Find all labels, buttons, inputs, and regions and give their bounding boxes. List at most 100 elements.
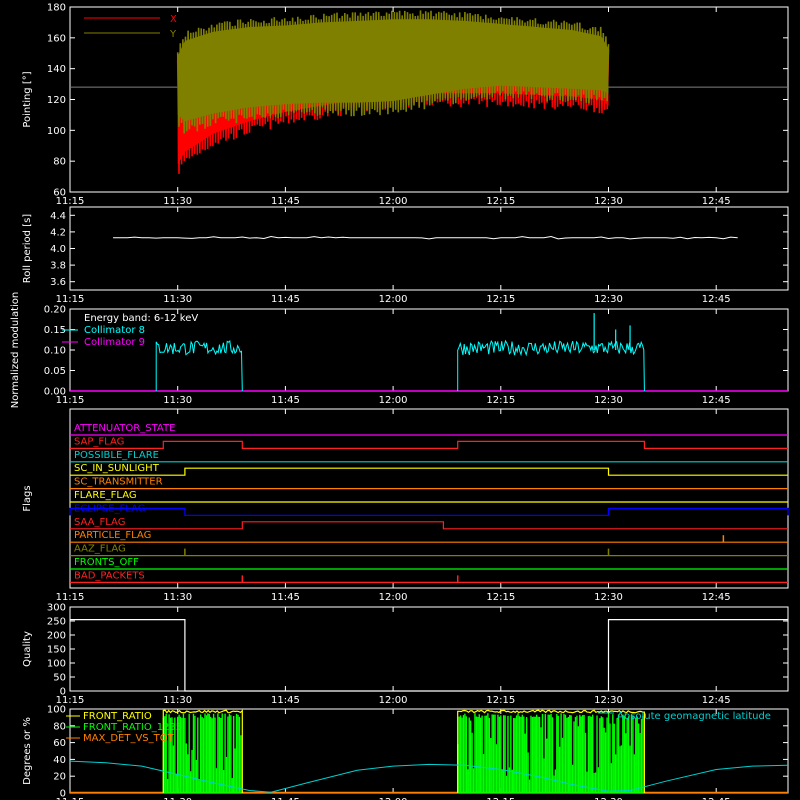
flag-possible-flare-label: POSSIBLE_FLARE: [74, 450, 159, 461]
quality-x-tick-label: 11:45: [271, 695, 300, 706]
modulation-y-tick-label: 0.10: [44, 346, 66, 357]
legend-label-collimator-9: Collimator 9: [84, 337, 145, 348]
ratios-y-tick-label: 40: [53, 755, 66, 766]
quality-y-axis-title: Quality: [22, 631, 33, 667]
roll-period-y-tick-label: 3.6: [50, 277, 66, 288]
flags-x-tick-label: 12:45: [702, 592, 731, 603]
flag-sap-flag-label: SAP_FLAG: [74, 436, 124, 447]
quality-y-tick-label: 50: [53, 673, 66, 684]
flag-sc-transmitter-label: SC_TRANSMITTER: [74, 477, 163, 488]
roll-period-y-tick-label: 4.2: [50, 227, 66, 238]
modulation-energy-band-label: Energy band: 6-12 keV: [84, 313, 198, 324]
quality-x-tick-label: 12:15: [486, 695, 515, 706]
flag-saa-flag-label: SAA_FLAG: [74, 517, 125, 528]
quality-series: [70, 619, 788, 692]
legend-label-max-det-vs-tot: MAX_DET_VS_TOT: [83, 733, 175, 744]
modulation-y-tick-label: 0.20: [44, 305, 66, 316]
modulation-y-axis-title: Normalized modulation: [10, 292, 21, 409]
flag-sc-in-sunlight-line: [70, 467, 788, 476]
roll-period-frame: [69, 206, 789, 291]
pointing-y-tick-label: 60: [53, 188, 66, 199]
legend-label-front-ratio: FRONT_RATIO: [83, 711, 152, 722]
roll-period-x-tick-label: 12:15: [486, 294, 515, 305]
legend-label-x: X: [170, 14, 177, 25]
flag-particle-flag-label: PARTICLE_FLAG: [74, 530, 151, 541]
roll-period-x-tick-label: 11:30: [163, 294, 192, 305]
roll-period-y-tick-label: 3.8: [50, 261, 66, 272]
pointing-x-tick-label: 12:00: [379, 196, 408, 207]
flag-sap-flag-line: [70, 440, 788, 449]
pointing-x-tick-label: 11:45: [271, 196, 300, 207]
pointing-y-tick-label: 180: [47, 3, 66, 14]
roll-period-x-tick-label: 12:45: [702, 294, 731, 305]
pointing-x-tick-label: 11:30: [163, 196, 192, 207]
figure: 11:15 11:30 11:45 12:00 12:15 12:30 12:45 60 80 1…: [10, 3, 789, 800]
flag-sc-in-sunlight-label: SC_IN_SUNLIGHT: [74, 463, 160, 474]
ratios-y-tick-label: 60: [53, 738, 66, 749]
ratios-y-axis-title: Degrees or %: [22, 717, 33, 785]
roll-period-y-axis-title: Roll period [s]: [22, 214, 33, 283]
flag-flare-flag-label: FLARE_FLAG: [74, 490, 137, 501]
quality-x-tick-label: 12:30: [594, 695, 623, 706]
flags-x-tick-label: 11:15: [56, 592, 85, 603]
collimator-8-segment: [155, 339, 243, 392]
pointing-y-tick-label: 100: [47, 126, 66, 137]
flag-bad-packets-label: BAD_PACKETS: [74, 570, 145, 581]
modulation-y-tick-label: 0.05: [44, 366, 66, 377]
pointing-x-tick-label: 12:45: [702, 196, 731, 207]
modulation-x-tick-label: 11:30: [163, 395, 192, 406]
roll-period-x-tick-label: 12:30: [594, 294, 623, 305]
flag-saa-flag-line: [70, 521, 788, 530]
pointing-y-tick-label: 80: [53, 157, 66, 168]
legend-label-y: Y: [169, 29, 177, 40]
quality-y-tick-label: 250: [47, 617, 66, 628]
panel-quality: 11:15 11:30 11:45 12:00 12:15 12:30 12:4505010…: [22, 603, 789, 706]
roll-period-y-tick-label: 4.4: [50, 211, 66, 222]
flag-aaz-flag-label: AAZ_FLAG: [74, 544, 126, 555]
quality-x-tick-label: 12:00: [379, 695, 408, 706]
ratios-y-tick-label: 20: [53, 772, 66, 783]
panel-roll-period: 11:15 11:30 11:45 12:00 12:15 12:30 12:45 3.6 3.…: [22, 206, 789, 305]
pointing-y-tick-label: 140: [47, 64, 66, 75]
panel-modulation: 11:15 11:30 11:45 12:00 12:15 12:30 12:45 0.00 0…: [10, 292, 789, 409]
quality-x-tick-label: 11:30: [163, 695, 192, 706]
flags-x-tick-label: 12:30: [594, 592, 623, 603]
quality-y-tick-label: 0: [60, 687, 66, 698]
quality-y-tick-label: 300: [47, 603, 66, 614]
quality-y-tick-label: 150: [47, 645, 66, 656]
flag-attenuator-state-label: ATTENUATOR_STATE: [74, 423, 175, 434]
modulation-y-tick-label: 0.00: [44, 387, 66, 398]
pointing-x-tick-label: 12:15: [486, 196, 515, 207]
flags-x-tick-label: 11:45: [271, 592, 300, 603]
legend-label-geomagnetic-latitude: Absolute geomagnetic latitude: [617, 711, 771, 722]
roll-period-x-tick-label: 11:45: [271, 294, 300, 305]
roll-period-series: [112, 235, 738, 240]
ratios-y-tick-label: 100: [47, 705, 66, 716]
pointing-x-tick-label: 12:30: [594, 196, 623, 207]
legend-label-collimator-8: Collimator 8: [84, 325, 145, 336]
ratios-y-tick-label: 80: [53, 721, 66, 732]
ratios-y-tick-label: 0: [60, 789, 66, 800]
pointing-y-tick-label: 120: [47, 95, 66, 106]
flags-x-tick-label: 12:00: [379, 592, 408, 603]
roll-period-x-tick-label: 12:00: [379, 294, 408, 305]
flag-eclipse-flag-line: [69, 507, 789, 516]
quality-x-tick-label: 12:45: [702, 695, 731, 706]
modulation-x-tick-label: 12:15: [486, 395, 515, 406]
flags-x-tick-label: 12:15: [486, 592, 515, 603]
legend-label-front-ratio-1235: FRONT_RATIO_1235: [83, 722, 182, 733]
modulation-x-tick-label: 12:45: [702, 395, 731, 406]
pointing-y-tick-label: 160: [47, 33, 66, 44]
flags-y-axis-title: Flags: [22, 485, 33, 511]
collimator-8-segment: [457, 339, 645, 392]
quality-y-tick-label: 200: [47, 631, 66, 642]
panel-pointing: 11:15 11:30 11:45 12:00 12:15 12:30 12:4560801…: [22, 3, 789, 207]
modulation-x-tick-label: 12:30: [594, 395, 623, 406]
flag-fronts-off-label: FRONTS_OFF: [74, 557, 139, 568]
flags-x-tick-label: 11:30: [163, 592, 192, 603]
roll-period-x-tick-label: 11:15: [56, 294, 85, 305]
modulation-x-tick-label: 11:45: [271, 395, 300, 406]
panel-ratios: 11:1511:3011:4512:0012:1512:3012:4502040…: [22, 705, 789, 800]
pointing-y-axis-title: Pointing [°]: [22, 71, 33, 127]
flags-frame: [69, 408, 789, 589]
